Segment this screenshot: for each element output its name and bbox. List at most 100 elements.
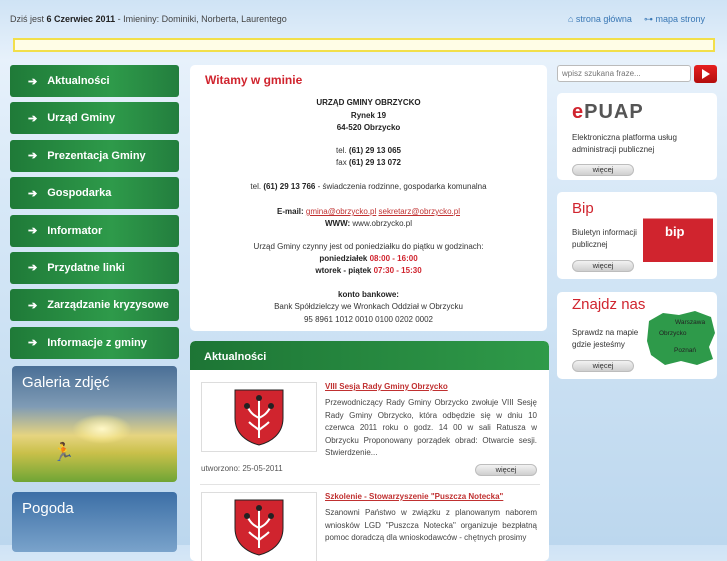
home-link[interactable]: ⌂ strona główna: [568, 14, 632, 25]
name-day-names: Dominiki, Norberta, Laurentego: [161, 14, 287, 24]
bank-label: konto bankowe:: [338, 290, 399, 299]
epuap-more-button[interactable]: więcej: [572, 164, 634, 176]
article-more-button[interactable]: więcej: [475, 464, 537, 476]
nav-label: Prezentacja Gminy: [47, 149, 146, 162]
weekday-hours: 07:30 - 15:30: [373, 266, 422, 275]
name-day-label: - Imieniny:: [117, 14, 160, 24]
epuap-logo-text: PUAP: [584, 101, 644, 123]
weather-title: Pogoda: [22, 500, 74, 517]
epuap-logo-e: e: [572, 101, 585, 123]
map-title: Znajdz nas: [572, 296, 646, 313]
nav-item-przydatne-linki[interactable]: ➔ Przydatne linki: [10, 251, 179, 284]
fax-number: (61) 29 13 072: [348, 158, 401, 167]
news-ticker: [13, 38, 715, 52]
tel-number: (61) 29 13 065: [348, 146, 401, 155]
bank-name: Bank Spółdzielczy we Wronkach Oddział w …: [274, 302, 463, 311]
nav-item-gospodarka[interactable]: ➔ Gospodarka: [10, 177, 179, 210]
weather-banner[interactable]: Pogoda: [12, 492, 177, 552]
map-city-warszawa: Warszawa: [675, 319, 706, 326]
article-excerpt: Przewodniczący Rady Gminy Obrzycko zwołu…: [325, 398, 537, 457]
nav-item-prezentacja-gminy[interactable]: ➔ Prezentacja Gminy: [10, 139, 179, 172]
nav-label: Przydatne linki: [47, 261, 125, 274]
article-thumbnail[interactable]: [201, 382, 317, 452]
news-panel: Aktualności VIII Sesja Rady Gminy Obrzyc…: [190, 341, 549, 561]
home-icon: ⌂: [567, 14, 574, 24]
arrow-right-icon: ➔: [28, 187, 38, 200]
nav-label: Zarządzanie kryzysowe: [47, 299, 169, 312]
poland-map-icon: [647, 311, 715, 365]
bip-more-button[interactable]: więcej: [572, 260, 634, 272]
date-prefix: Dziś jest: [10, 14, 45, 24]
nav-label: Gospodarka: [47, 187, 112, 200]
arrow-right-icon: ➔: [28, 337, 38, 350]
bip-logo: Bip: [572, 200, 594, 217]
hours-intro: Urząd Gminy czynny jest od poniedziałku …: [253, 242, 484, 251]
epuap-logo: ePUAP: [572, 101, 644, 124]
tel2-desc: - świadczenia rodzinne, gospodarka komun…: [317, 182, 487, 191]
tel2-number: (61) 29 13 766: [263, 182, 316, 191]
nav-item-informator[interactable]: ➔ Informator: [10, 214, 179, 247]
sitemap-link[interactable]: ⊶ mapa strony: [644, 14, 705, 25]
article-title[interactable]: Szkolenie - Stowarzyszenie "Puszcza Note…: [325, 492, 503, 501]
nav-item-informacje-z-gminy[interactable]: ➔ Informacje z gminy: [10, 326, 179, 359]
date-line: Dziś jest 6 Czerwiec 2011 - Imieniny: Do…: [10, 14, 287, 24]
article-date: utworzono: 25-05-2011: [201, 464, 283, 473]
article-excerpt: Szanowni Państwo w związku z planowanym …: [325, 508, 537, 542]
news-heading: Aktualności: [190, 341, 549, 370]
arrow-right-icon: ➔: [28, 262, 38, 275]
office-name: URZĄD GMINY OBRZYCKO: [316, 98, 421, 107]
fax-label: fax: [336, 158, 347, 167]
nav-label: Urząd Gminy: [47, 112, 116, 125]
bip-description: Biuletyn informacji publicznej: [572, 228, 637, 249]
epuap-description: Elektroniczna platforma usług administra…: [572, 133, 677, 154]
bip-badge-text: bip: [665, 224, 685, 239]
article-title[interactable]: VIII Sesja Rady Gminy Obrzycko: [325, 382, 448, 391]
nav-label: Informacje z gminy: [47, 336, 147, 349]
tel-label: tel.: [336, 146, 347, 155]
welcome-title: Witamy w gminie: [205, 73, 303, 87]
arrow-right-icon: ➔: [28, 150, 38, 163]
arrow-right-icon: ➔: [28, 225, 38, 238]
weekday-label: wtorek - piątek: [315, 266, 372, 275]
tel2-label: tel.: [250, 182, 262, 191]
monday-label: poniedziałek: [319, 254, 368, 263]
welcome-panel: Witamy w gminie URZĄD GMINY OBRZYCKO Ryn…: [190, 65, 547, 331]
sitemap-icon: ⊶: [643, 14, 653, 24]
arrow-right-icon: ➔: [28, 299, 38, 312]
map-more-button[interactable]: więcej: [572, 360, 634, 372]
email-link-gmina[interactable]: gmina@obrzycko.pl: [306, 207, 376, 216]
bank-account: 95 8961 1012 0010 0100 0202 0002: [303, 315, 433, 324]
map-city-obrzycko: Obrzycko: [659, 330, 687, 337]
nav-item-aktualnosci[interactable]: ➔ Aktualności: [10, 65, 179, 97]
nav-label: Informator: [47, 224, 103, 237]
epuap-box[interactable]: ePUAP Elektroniczna platforma usług admi…: [557, 93, 717, 180]
search-button[interactable]: [694, 65, 717, 83]
article-divider: [200, 484, 540, 485]
nav-label: Aktualności: [47, 75, 110, 87]
map-box[interactable]: Znajdz nas Sprawdz na mapie gdzie jesteś…: [557, 292, 717, 379]
nav-item-urzad-gminy[interactable]: ➔ Urząd Gminy: [10, 102, 179, 135]
search-input[interactable]: [557, 65, 691, 82]
office-city: 64-520 Obrzycko: [336, 123, 401, 132]
current-date: 6 Czerwiec 2011: [46, 14, 116, 24]
nav-item-zarzadzanie-kryzysowe[interactable]: ➔ Zarządzanie kryzysowe: [10, 289, 179, 322]
email-link-sekretarz[interactable]: sekretarz@obrzycko.pl: [379, 207, 460, 216]
top-links: ⌂ strona główna ⊶ mapa strony: [568, 14, 705, 25]
coat-of-arms-icon: [234, 499, 284, 556]
runner-icon: 🏃: [52, 442, 75, 462]
arrow-right-icon: ➔: [28, 75, 38, 88]
www-label: WWW:: [325, 219, 351, 228]
play-arrow-icon: [702, 69, 710, 79]
sitemap-link-label: mapa strony: [655, 14, 705, 24]
gallery-title: Galeria zdjęć: [22, 374, 110, 391]
bip-box[interactable]: Bip bip Biuletyn informacji publicznej w…: [557, 192, 717, 279]
map-city-poznan: Poznań: [674, 347, 697, 354]
coat-of-arms-icon: [234, 389, 284, 446]
map-description: Sprawdz na mapie gdzie jesteśmy: [572, 328, 639, 349]
home-link-label: strona główna: [575, 14, 632, 24]
email-label: E-mail:: [277, 207, 304, 216]
article-thumbnail[interactable]: [201, 492, 317, 561]
monday-hours: 08:00 - 16:00: [369, 254, 418, 263]
www-value: www.obrzycko.pl: [352, 219, 412, 228]
gallery-banner[interactable]: Galeria zdjęć 🏃: [12, 366, 177, 482]
